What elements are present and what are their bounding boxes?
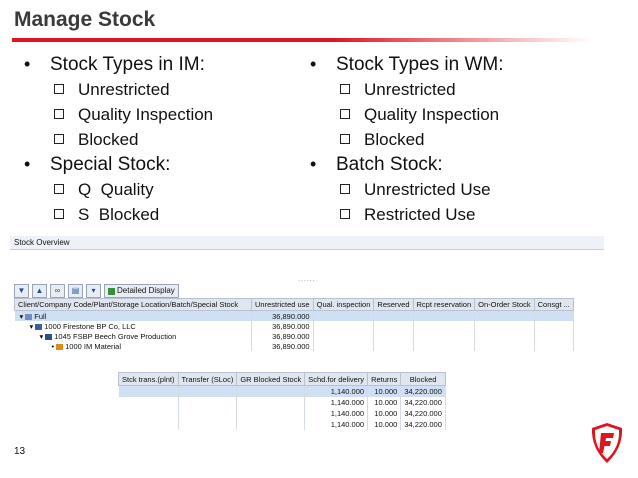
column-header[interactable]: Client/Company Code/Plant/Storage Locati…	[14, 298, 252, 311]
table-row[interactable]: ▾ 1045 FSBP Beech Grove Production 36,890…	[14, 331, 574, 341]
collapse-all-icon[interactable]: ▲	[32, 284, 47, 298]
column-header[interactable]: GR Blocked Stock	[236, 372, 306, 386]
table-row[interactable]: 1,140.000 10.000 34,220.000	[118, 419, 446, 430]
sub-item: Unrestricted Use	[310, 177, 504, 202]
bullet-batch-stock: • Batch Stock:	[310, 154, 443, 175]
column-header[interactable]: Blocked	[400, 372, 446, 386]
firestone-logo	[591, 423, 623, 463]
slide-title: Manage Stock	[14, 8, 156, 31]
sub-item: S Blocked	[24, 202, 213, 227]
sub-item: Blocked	[24, 127, 213, 152]
table-header: Client/Company Code/Plant/Storage Locati…	[14, 298, 574, 311]
column-header[interactable]: Transfer (SLoc)	[177, 372, 238, 386]
sub-item: Unrestricted	[310, 77, 504, 102]
dropdown-icon[interactable]: ▾	[86, 284, 101, 298]
bullet-stock-types-wm: • Stock Types in WM:	[310, 54, 504, 75]
sub-item: Restricted Use	[310, 202, 504, 227]
stock-detail-table: Stck trans.(plnt) Transfer (SLoc) GR Blo…	[118, 372, 446, 430]
page-number: 13	[14, 446, 26, 457]
splitter-handle[interactable]: ......	[298, 276, 316, 283]
sub-item: Unrestricted	[24, 77, 213, 102]
table-row[interactable]: 1,140.000 10.000 34,220.000	[118, 408, 446, 419]
storage-location-icon	[56, 343, 64, 350]
plant-icon	[45, 333, 53, 340]
column-header[interactable]: On-Order Stock	[474, 298, 535, 311]
column-header[interactable]: Reserved	[373, 298, 414, 311]
detailed-display-button[interactable]: Detailed Display	[104, 284, 179, 298]
column-header[interactable]: Rcpt reservation	[412, 298, 476, 311]
column-header[interactable]: Returns	[367, 372, 402, 386]
bullet-stock-types-im: • Stock Types in IM:	[24, 54, 205, 75]
table-row[interactable]: 1,140.000 10.000 34,220.000	[118, 397, 446, 408]
table-row[interactable]: • 1000 IM Material 36,890.000	[14, 341, 574, 351]
sub-item: Blocked	[310, 127, 504, 152]
sap-stock-detail: Stck trans.(plnt) Transfer (SLoc) GR Blo…	[118, 372, 446, 430]
table-row[interactable]: ▾ 1000 Firestone BP Co, LLC 36,890.000	[14, 321, 574, 331]
sap-toolbar: ▼ ▲ ∞ ▤ ▾ Detailed Display	[14, 284, 179, 298]
print-icon[interactable]: ▤	[68, 284, 83, 298]
sap-stock-overview: Stock Overview ...... ▼ ▲ ∞ ▤ ▾ Detailed…	[10, 236, 604, 360]
column-header[interactable]: Stck trans.(plnt)	[118, 372, 179, 386]
column-header[interactable]: Consgt ...	[533, 298, 574, 311]
bullet-special-stock: • Special Stock:	[24, 154, 171, 175]
tree-node-icon	[25, 313, 33, 320]
expand-all-icon[interactable]: ▼	[14, 284, 29, 298]
table-row[interactable]: 1,140.000 10.000 34,220.000	[118, 385, 446, 397]
table-row[interactable]: ▾ Full 36,890.000	[14, 310, 574, 321]
right-column: • Stock Types in WM: Unrestricted Quality…	[310, 52, 504, 227]
sap-window-title: Stock Overview	[10, 236, 604, 250]
column-header[interactable]: Schd.for delivery	[304, 372, 369, 386]
column-header[interactable]: Qual. inspection	[312, 298, 375, 311]
company-icon	[35, 323, 43, 330]
sub-item: Quality Inspection	[24, 102, 213, 127]
title-underline	[12, 38, 592, 42]
sub-item: Q Quality	[24, 177, 213, 202]
detail-icon	[108, 287, 115, 295]
stock-overview-table: Client/Company Code/Plant/Storage Locati…	[14, 298, 574, 351]
left-column: • Stock Types in IM: Unrestricted Quality…	[24, 52, 213, 227]
column-header[interactable]: Unrestricted use	[251, 298, 314, 311]
table-header: Stck trans.(plnt) Transfer (SLoc) GR Blo…	[118, 372, 446, 386]
sub-item: Quality Inspection	[310, 102, 504, 127]
binoculars-icon[interactable]: ∞	[50, 284, 65, 298]
